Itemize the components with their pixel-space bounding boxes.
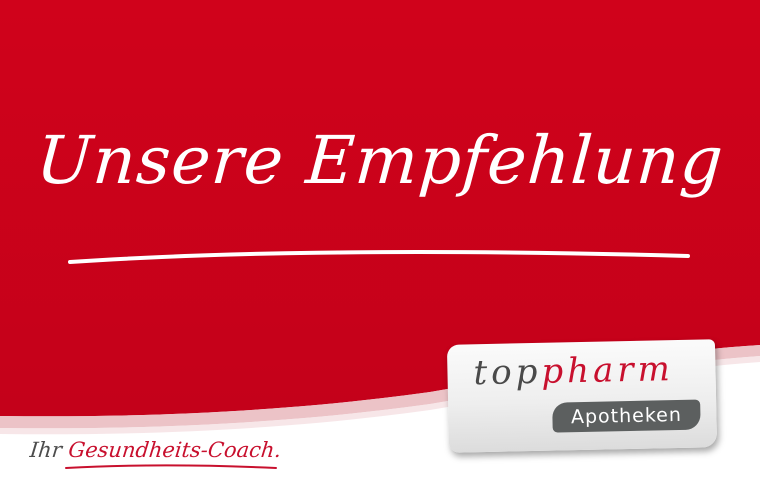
toppharm-logo: toppharm Apotheken xyxy=(446,339,718,453)
tagline-prefix: Ihr xyxy=(28,438,64,462)
logo-word-top: top xyxy=(473,351,542,394)
logo-wordmark: toppharm xyxy=(473,349,675,394)
recommendation-card: Unsere Empfehlung Ihr Gesundheits-Coach.… xyxy=(0,0,760,500)
tagline-highlight: Gesundheits-Coach. xyxy=(67,438,283,462)
headline: Unsere Empfehlung xyxy=(33,122,727,199)
logo-word-pharm: pharm xyxy=(540,349,675,392)
tagline: Ihr Gesundheits-Coach. xyxy=(29,438,283,462)
logo-pill-apotheken: Apotheken xyxy=(552,399,701,433)
